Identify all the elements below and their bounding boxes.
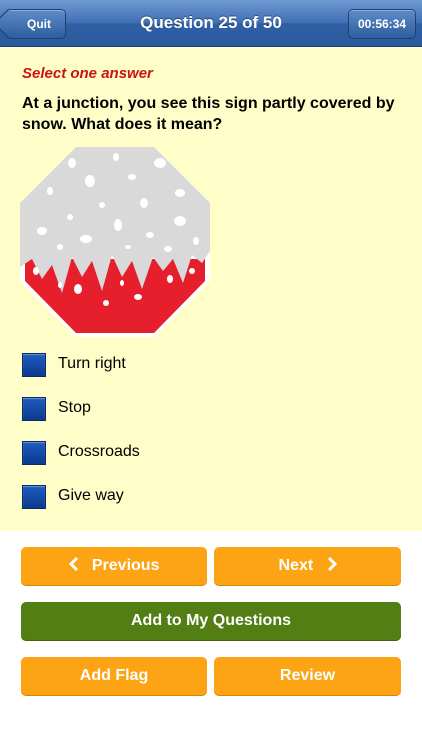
previous-button[interactable]: Previous [21, 547, 207, 585]
snow-covered-sign-image [20, 147, 210, 337]
answer-label: Stop [58, 399, 91, 416]
answer-option-stop[interactable]: Stop [22, 396, 402, 422]
chevron-left-icon [68, 547, 79, 585]
answer-label: Turn right [58, 355, 126, 372]
answer-checkbox[interactable] [22, 485, 46, 509]
navigation-bar: Question 25 of 50 Quit 00:56:34 [0, 0, 422, 47]
answer-option-crossroads[interactable]: Crossroads [22, 440, 402, 466]
answer-checkbox[interactable] [22, 353, 46, 377]
add-to-my-questions-button[interactable]: Add to My Questions [21, 602, 401, 640]
instruction-text: Select one answer [22, 65, 153, 82]
previous-label: Previous [91, 557, 160, 574]
answer-checkbox[interactable] [22, 397, 46, 421]
timer-display[interactable]: 00:56:34 [348, 9, 416, 39]
quit-label: Quit [27, 17, 51, 31]
add-flag-button[interactable]: Add Flag [21, 657, 207, 695]
answer-label: Give way [58, 487, 124, 504]
chevron-right-icon [327, 547, 337, 585]
answer-option-turn-right[interactable]: Turn right [22, 352, 402, 378]
answer-checkbox[interactable] [22, 441, 46, 465]
answer-label: Crossroads [58, 443, 140, 460]
review-button[interactable]: Review [214, 657, 401, 695]
next-label: Next [278, 557, 314, 574]
question-panel: Select one answer At a junction, you see… [0, 47, 422, 531]
answer-option-give-way[interactable]: Give way [22, 484, 402, 510]
quit-button[interactable]: Quit [6, 9, 66, 39]
next-button[interactable]: Next [214, 547, 401, 585]
question-text: At a junction, you see this sign partly … [22, 95, 395, 133]
